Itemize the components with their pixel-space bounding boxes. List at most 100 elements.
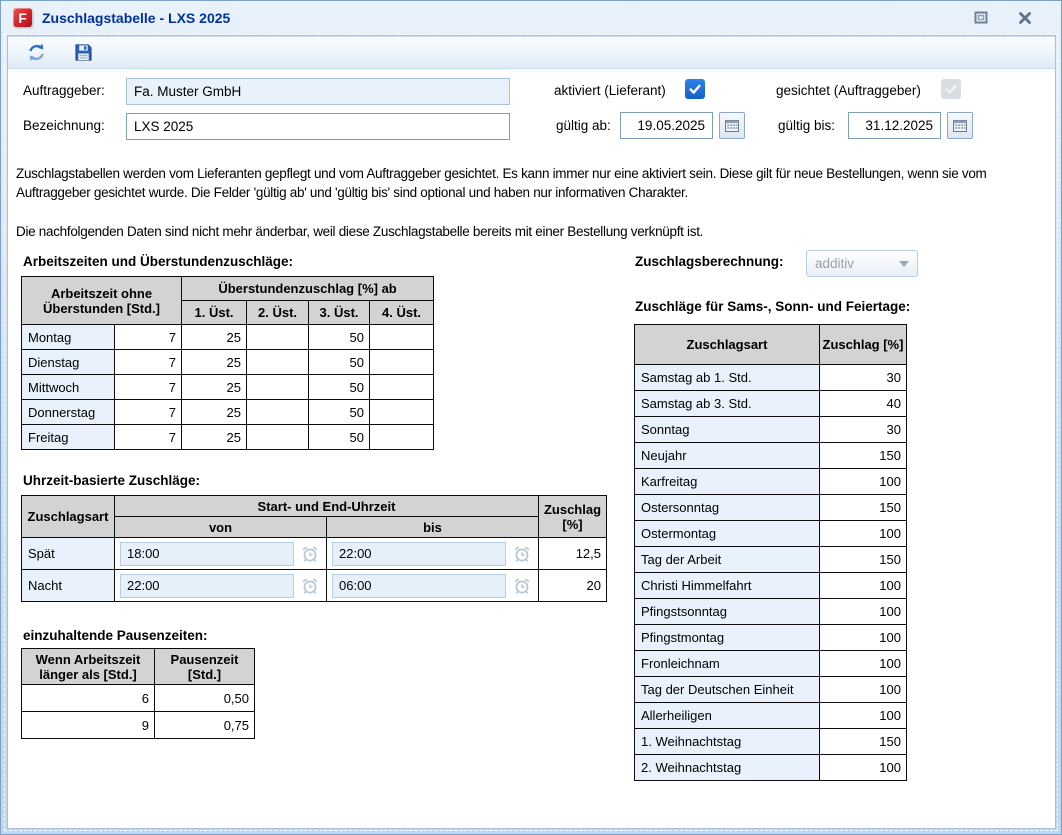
worktime-threshold-value: 6	[22, 685, 155, 712]
ueberstunden-value: 50	[309, 350, 370, 375]
holiday-row: Allerheiligen100	[635, 703, 907, 729]
ueberstunden-value: 25	[182, 375, 247, 400]
workday-row: Dienstag725 50	[22, 350, 434, 375]
close-button[interactable]	[1017, 10, 1033, 26]
holiday-label: Allerheiligen	[635, 703, 820, 729]
worktime-threshold-value: 9	[22, 712, 155, 739]
maximize-button[interactable]	[973, 10, 989, 26]
holiday-percent-value: 100	[820, 573, 907, 599]
gesichtet-checkbox	[941, 79, 961, 99]
holiday-percent-value: 100	[820, 469, 907, 495]
time-surcharge-row: Spät12,5	[22, 538, 607, 570]
ueberstunden-value	[247, 400, 309, 425]
ust4-header: 4. Üst.	[370, 301, 434, 325]
workday-row: Montag72550	[22, 325, 434, 350]
clock-icon	[511, 575, 533, 597]
ueberstunden-value	[247, 375, 309, 400]
clock-icon	[299, 543, 321, 565]
auftraggeber-field	[126, 78, 510, 105]
hours-value: 7	[115, 325, 182, 350]
refresh-button[interactable]	[25, 42, 47, 64]
ueberstunden-value	[370, 425, 434, 450]
time-to-input	[332, 542, 506, 566]
holiday-label: Fronleichnam	[635, 651, 820, 677]
pause-row: 90,75	[22, 712, 255, 739]
info-paragraph-1: Zuschlagstabellen werden vom Lieferanten…	[16, 164, 1049, 202]
gueltig-bis-field[interactable]	[848, 112, 941, 139]
holiday-row: Tag der Arbeit150	[635, 547, 907, 573]
holiday-row: Fronleichnam100	[635, 651, 907, 677]
uhrzeit-table: Zuschlagsart Start- und End-Uhrzeit Zusc…	[21, 495, 607, 602]
day-label: Mittwoch	[22, 375, 115, 400]
ueberstunden-value: 25	[182, 425, 247, 450]
feiertage-table: Zuschlagsart Zuschlag [%] Samstag ab 1. …	[634, 324, 907, 781]
holiday-label: Sonntag	[635, 417, 820, 443]
hours-value: 7	[115, 425, 182, 450]
holiday-row: Pfingstsonntag100	[635, 599, 907, 625]
ueberstunden-value	[370, 375, 434, 400]
gueltig-ab-field[interactable]	[620, 112, 713, 139]
bis-header: bis	[327, 517, 539, 538]
holiday-percent-value: 100	[820, 625, 907, 651]
time-to-input	[332, 574, 506, 598]
day-label: Montag	[22, 325, 115, 350]
pausen-table: Wenn Arbeitszeit länger als [Std.] Pause…	[21, 648, 255, 739]
arbeitszeiten-heading: Arbeitszeiten und Überstundenzuschläge:	[23, 254, 293, 269]
arbeitszeiten-table: Arbeitszeit ohne Überstunden [Std.] Über…	[21, 276, 434, 450]
holiday-label: Christi Himmelfahrt	[635, 573, 820, 599]
ust1-header: 1. Üst.	[182, 301, 247, 325]
pause-duration-value: 0,50	[155, 685, 255, 712]
chevron-down-icon	[899, 261, 909, 267]
feiertage-heading: Zuschläge für Sams-, Sonn- und Feiertage…	[635, 299, 910, 314]
holiday-percent-value: 100	[820, 703, 907, 729]
workday-row: Donnerstag72550	[22, 400, 434, 425]
holiday-row: Pfingstmontag100	[635, 625, 907, 651]
time-from-input	[120, 542, 294, 566]
holiday-percent-value: 150	[820, 495, 907, 521]
gueltig-bis-calendar-button[interactable]	[947, 112, 973, 139]
holiday-percent-value: 150	[820, 729, 907, 755]
toolbar	[8, 36, 1055, 69]
zuschlagsart-header: Zuschlagsart	[22, 496, 115, 538]
close-icon	[1018, 11, 1032, 25]
bezeichnung-field[interactable]	[126, 113, 510, 140]
holiday-row: Samstag ab 1. Std.30	[635, 365, 907, 391]
day-label: Dienstag	[22, 350, 115, 375]
ueberstunden-value	[247, 325, 309, 350]
workday-row: Mittwoch725 50	[22, 375, 434, 400]
holiday-percent-value: 30	[820, 417, 907, 443]
holiday-row: Karfreitag100	[635, 469, 907, 495]
ueberstunden-value: 50	[309, 400, 370, 425]
save-button[interactable]	[72, 42, 94, 64]
refresh-icon	[26, 42, 47, 63]
holiday-percent-value: 40	[820, 391, 907, 417]
app-logo-icon: F	[13, 8, 32, 27]
holiday-row: Ostersonntag150	[635, 495, 907, 521]
holiday-row: 2. Weihnachtstag100	[635, 755, 907, 781]
ueberstunden-value: 25	[182, 350, 247, 375]
holiday-label: Pfingstsonntag	[635, 599, 820, 625]
feiertage-col1-header: Zuschlagsart	[635, 325, 820, 365]
save-icon	[74, 43, 93, 62]
holiday-row: Tag der Deutschen Einheit100	[635, 677, 907, 703]
ueberstunden-value	[370, 325, 434, 350]
holiday-label: Tag der Deutschen Einheit	[635, 677, 820, 703]
ueberstunden-value	[247, 425, 309, 450]
holiday-percent-value: 150	[820, 547, 907, 573]
holiday-row: Ostermontag100	[635, 521, 907, 547]
holiday-percent-value: 100	[820, 651, 907, 677]
ust2-header: 2. Üst.	[247, 301, 309, 325]
holiday-row: Sonntag30	[635, 417, 907, 443]
holiday-label: Samstag ab 3. Std.	[635, 391, 820, 417]
aktiviert-checkbox[interactable]	[685, 79, 705, 99]
holiday-label: 1. Weihnachtstag	[635, 729, 820, 755]
holiday-percent-value: 100	[820, 677, 907, 703]
ueberstunden-value: 25	[182, 400, 247, 425]
time-from-input	[120, 574, 294, 598]
gueltig-ab-calendar-button[interactable]	[719, 112, 745, 139]
zuschlagsberechnung-value: additiv	[815, 256, 854, 271]
ueberstunden-value: 50	[309, 375, 370, 400]
hours-value: 7	[115, 350, 182, 375]
holiday-percent-value: 100	[820, 599, 907, 625]
hours-value: 7	[115, 375, 182, 400]
